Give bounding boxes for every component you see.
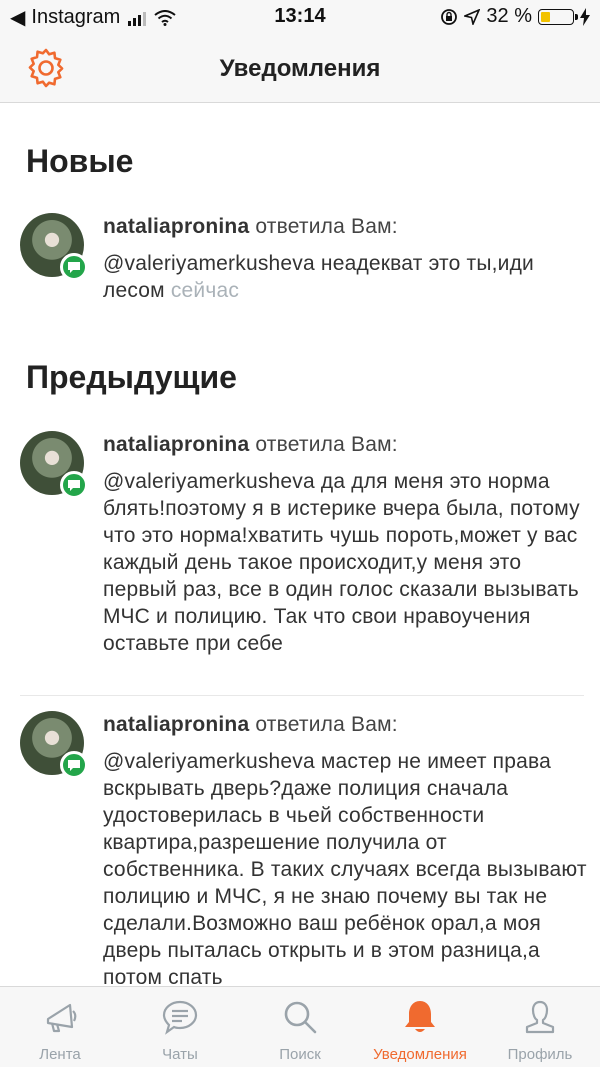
notification-time: сейчас bbox=[170, 279, 240, 302]
section-title-previous: Предыдущие bbox=[26, 359, 237, 395]
notification-text: nataliapronina ответила Вам: @valeriyame… bbox=[103, 711, 593, 985]
notification-item[interactable]: nataliapronina ответила Вам: @valeriyame… bbox=[20, 213, 586, 333]
notification-text: nataliapronina ответила Вам: @valeriyame… bbox=[103, 213, 593, 304]
notification-message: @valeriyamerkusheva да для меня это норм… bbox=[103, 470, 580, 655]
tab-feed[interactable]: Лента bbox=[0, 987, 120, 1067]
status-bar-right: 32 % bbox=[440, 5, 590, 28]
battery-percent: 32 % bbox=[486, 5, 532, 27]
tab-label-chats: Чаты bbox=[162, 1046, 198, 1063]
notification-action: ответила Вам: bbox=[255, 433, 398, 456]
notification-item[interactable]: nataliapronina ответила Вам: @valeriyame… bbox=[20, 711, 586, 985]
tab-label-notifications: Уведомления bbox=[373, 1046, 467, 1063]
tab-label-search: Поиск bbox=[279, 1046, 321, 1063]
notification-action: ответила Вам: bbox=[255, 215, 398, 238]
reply-badge-icon bbox=[60, 253, 88, 281]
notification-body: @valeriyamerkusheva неадекват это ты,иди… bbox=[103, 250, 593, 304]
bottom-tab-bar: Лента Чаты Поиск Уведомления Профиль bbox=[0, 986, 600, 1067]
notification-text: nataliapronina ответила Вам: @valeriyame… bbox=[103, 431, 593, 657]
tab-label-feed: Лента bbox=[39, 1046, 81, 1063]
megaphone-icon bbox=[46, 1003, 77, 1033]
status-bar: ◀ Instagram 13:14 32 % bbox=[0, 0, 600, 34]
location-arrow-icon bbox=[464, 8, 481, 25]
notification-header: nataliapronina ответила Вам: bbox=[103, 711, 593, 738]
notification-username[interactable]: nataliapronina bbox=[103, 713, 249, 736]
battery-tip bbox=[575, 13, 578, 20]
notification-message: @valeriyamerkusheva неадекват это ты,иди… bbox=[103, 252, 534, 302]
notification-item[interactable]: nataliapronina ответила Вам: @valeriyame… bbox=[20, 431, 586, 681]
tab-label-profile: Профиль bbox=[507, 1046, 573, 1063]
charging-bolt-icon bbox=[580, 7, 590, 26]
search-icon bbox=[284, 1001, 317, 1034]
notification-action: ответила Вам: bbox=[255, 713, 398, 736]
tab-search[interactable]: Поиск bbox=[240, 987, 360, 1067]
notification-header: nataliapronina ответила Вам: bbox=[103, 431, 593, 458]
notification-header: nataliapronina ответила Вам: bbox=[103, 213, 593, 240]
section-title-new: Новые bbox=[26, 143, 134, 179]
person-icon bbox=[525, 1000, 555, 1034]
notification-username[interactable]: nataliapronina bbox=[103, 215, 249, 238]
chat-bubble-icon bbox=[162, 1000, 198, 1035]
bell-icon bbox=[405, 1001, 435, 1032]
notification-message: @valeriyamerkusheva мастер не имеет прав… bbox=[103, 750, 587, 985]
reply-badge-icon bbox=[60, 751, 88, 779]
divider bbox=[20, 695, 584, 696]
tab-profile[interactable]: Профиль bbox=[480, 987, 600, 1067]
reply-badge-icon bbox=[60, 471, 88, 499]
page-title: Уведомления bbox=[219, 55, 381, 82]
notification-username[interactable]: nataliapronina bbox=[103, 433, 249, 456]
rotation-lock-icon bbox=[441, 8, 458, 25]
battery-icon bbox=[538, 8, 578, 25]
battery-fill bbox=[541, 11, 550, 22]
tab-notifications[interactable]: Уведомления bbox=[360, 987, 480, 1067]
notifications-list[interactable]: Новые nataliapronina ответила Вам: @vale… bbox=[0, 103, 600, 985]
tab-chats[interactable]: Чаты bbox=[120, 987, 240, 1067]
top-navigation-bar: Уведомления bbox=[0, 34, 600, 103]
